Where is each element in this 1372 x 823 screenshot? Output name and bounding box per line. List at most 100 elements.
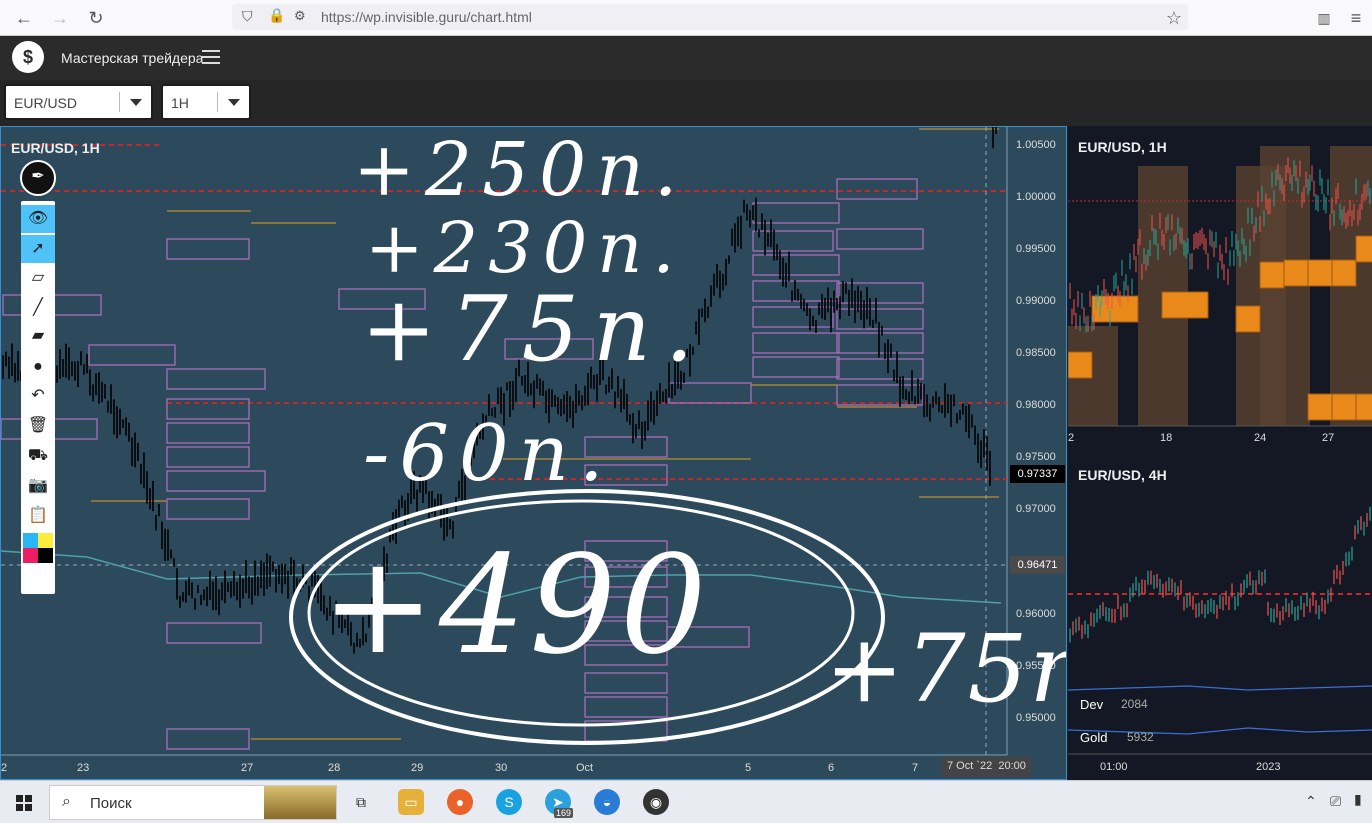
trash-icon[interactable]: 🗑 — [27, 415, 49, 437]
network-icon[interactable]: ▮ — [1354, 791, 1362, 808]
price-tick: 0.97000 — [1016, 503, 1056, 515]
order-zone — [166, 728, 250, 750]
task-view-icon[interactable]: ⧉ — [348, 789, 374, 815]
search-icon: ⌕ — [62, 793, 71, 810]
shield-icon[interactable]: ⛉ — [242, 8, 253, 25]
time-tick: 5 — [745, 762, 752, 774]
order-zone — [836, 332, 924, 354]
windows-start-icon[interactable] — [16, 795, 32, 811]
volume-block — [1091, 295, 1139, 323]
indicator-gold-label: Gold — [1080, 730, 1108, 745]
volume-block — [1068, 351, 1093, 379]
price-tick: 0.99500 — [1016, 243, 1056, 255]
price-tick: 0.98000 — [1016, 399, 1056, 411]
hamburger-menu-icon[interactable] — [202, 50, 220, 64]
price-tick: 1.00000 — [1016, 191, 1056, 203]
menu-hamburger-icon[interactable]: ≡ — [1342, 4, 1370, 32]
meet-now-icon[interactable]: ⎚ — [1330, 793, 1341, 810]
order-zone — [166, 368, 266, 390]
taskbar-search[interactable]: ⌕ Поиск — [49, 785, 337, 820]
side-chart-4h-canvas[interactable] — [1068, 454, 1372, 780]
eraser-icon[interactable]: ▰ — [27, 325, 49, 347]
price-tick: 0.98500 — [1016, 347, 1056, 359]
order-zone — [752, 332, 840, 354]
address-bar[interactable]: ⛉ 🔒 ⚙ https://wp.invisible.guru/chart.ht… — [232, 4, 1188, 30]
order-zone — [166, 446, 250, 468]
indicator-dev-label: Dev — [1080, 697, 1104, 712]
time-tick: 6 — [828, 762, 835, 774]
main-chart-title: EUR/USD, 1H — [11, 140, 100, 156]
order-zone — [836, 228, 924, 250]
logo-icon[interactable]: $ — [12, 41, 44, 73]
drawing-toolbar: 👁 ➚ ▱ ╱ ▰ ● ↶ 🗑 ⛟ 📷 📋 — [21, 201, 55, 594]
color-palette-icon[interactable] — [23, 533, 53, 563]
lock-icon[interactable]: 🔒 — [268, 7, 285, 24]
note-plus-75-right: +75п. — [825, 615, 1066, 724]
cursor-icon[interactable]: ➚ — [21, 235, 55, 263]
order-zone — [584, 696, 668, 718]
time-tick: 29 — [411, 762, 424, 774]
reload-icon[interactable]: ↻ — [82, 4, 110, 32]
ruler-icon[interactable]: ▱ — [27, 267, 49, 289]
symbol-select-value: EUR/USD — [14, 95, 78, 111]
side-charts: EUR/USD, 1H 2 18 24 27 EUR/USD, 4H Dev 2… — [1068, 126, 1372, 780]
order-zone — [166, 238, 250, 260]
chevron-down-icon[interactable] — [217, 92, 249, 112]
crosshair-price-tag: 0.96471 — [1010, 556, 1065, 574]
side-chart-1h-title: EUR/USD, 1H — [1078, 139, 1167, 155]
search-placeholder: Поиск — [90, 795, 132, 812]
back-icon[interactable]: ← — [10, 4, 38, 32]
volume-block — [1235, 305, 1261, 333]
time-tick: 28 — [328, 762, 341, 774]
tray-chevron-up-icon[interactable]: ⌃ — [1305, 793, 1317, 810]
volume-block — [1283, 259, 1309, 287]
order-zone — [166, 622, 262, 644]
volume-block — [1259, 261, 1285, 289]
order-zone — [752, 356, 840, 378]
pen-tool-icon[interactable]: ✒ — [20, 160, 56, 196]
order-zone — [166, 498, 250, 520]
time-tick: 30 — [495, 762, 508, 774]
dev-indicator-line — [1068, 685, 1372, 691]
side-chart-1h-canvas[interactable] — [1068, 126, 1372, 452]
volume-block — [1331, 259, 1357, 287]
indicator-dev-value: 2084 — [1121, 697, 1148, 711]
file-explorer-icon[interactable]: ▭ — [398, 789, 424, 815]
side-chart-4h[interactable]: EUR/USD, 4H Dev 2084 Gold 5932 01:00 202… — [1068, 454, 1372, 780]
order-zone — [584, 720, 668, 742]
clipboard-icon[interactable]: 📋 — [27, 505, 49, 527]
price-tick: 0.99000 — [1016, 295, 1056, 307]
camera-icon[interactable]: 📷 — [27, 475, 49, 497]
order-zone — [752, 306, 834, 328]
obs-icon[interactable]: ◉ — [643, 789, 669, 815]
bookmark-star-icon[interactable]: ☆ — [1160, 4, 1188, 32]
windows-taskbar: ⌕ Поиск ⧉ ▭ ● S ➤ 169 ◒ ◉ ⌃ ⎚ ▮ — [0, 780, 1372, 823]
dot-icon[interactable]: ● — [27, 356, 49, 378]
volume-block — [1307, 393, 1333, 421]
time-tick: 7 — [912, 762, 919, 774]
order-zone — [836, 308, 924, 330]
skype-icon[interactable]: S — [496, 789, 522, 815]
symbol-select[interactable]: EUR/USD — [4, 84, 153, 120]
sidebar-icon[interactable]: ▥ — [1310, 4, 1338, 32]
app-saucer-icon[interactable]: ◒ — [594, 789, 620, 815]
eye-icon[interactable]: 👁 — [21, 205, 55, 233]
order-zone — [752, 202, 840, 224]
gold-indicator-line — [1068, 727, 1372, 735]
price-tick: 1.00500 — [1016, 139, 1056, 151]
firefox-icon[interactable]: ● — [447, 789, 473, 815]
side-chart-1h[interactable]: EUR/USD, 1H 2 18 24 27 — [1068, 126, 1372, 452]
volume-block — [1355, 393, 1372, 421]
app-title[interactable]: Мастерская трейдера — [61, 50, 203, 66]
main-chart[interactable]: EUR/USD, 1H 1.00500 1.00000 0.99500 0.99… — [0, 126, 1067, 780]
line-icon[interactable]: ╱ — [27, 297, 49, 319]
shopping-cart-icon[interactable]: ⛟ — [27, 445, 49, 467]
forward-icon[interactable]: → — [46, 4, 74, 32]
note-plus-75: +75п. — [361, 277, 708, 382]
chevron-down-icon[interactable] — [119, 92, 151, 112]
undo-icon[interactable]: ↶ — [27, 385, 49, 407]
time-tick: 01:00 — [1100, 761, 1128, 773]
timeframe-select[interactable]: 1H — [161, 84, 251, 120]
permissions-icon[interactable]: ⚙ — [294, 8, 306, 24]
note-plus-490: +490 — [321, 527, 711, 685]
